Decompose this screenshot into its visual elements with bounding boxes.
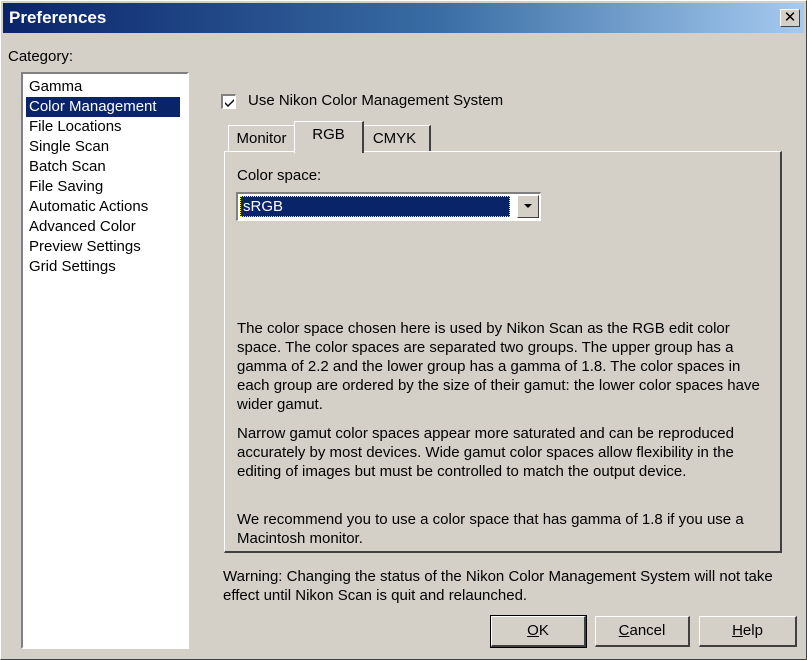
tab-rgb[interactable]: RGB (294, 121, 364, 153)
category-item[interactable]: Automatic Actions (26, 197, 180, 217)
category-item[interactable]: Color Management (26, 97, 180, 117)
category-list[interactable]: Gamma Color Management File Locations Singl… (21, 72, 189, 649)
tab-monitor[interactable]: Monitor (228, 125, 296, 151)
help-button[interactable]: Help (699, 616, 797, 647)
colorspace-description-1: The color space chosen here is used by N… (237, 320, 760, 413)
category-item[interactable]: Single Scan (26, 137, 180, 157)
title-bar[interactable]: Preferences ✕ (3, 3, 804, 33)
dialog-title: Preferences (9, 8, 107, 27)
category-item[interactable]: Grid Settings (26, 257, 180, 277)
dropdown-button[interactable] (517, 195, 539, 218)
close-icon: ✕ (783, 9, 797, 26)
colorspace-description-3: We recommend you to use a color space th… (237, 511, 744, 547)
colorspace-description-2: Narrow gamut color spaces appear more sa… (237, 425, 734, 480)
tab-cmyk[interactable]: CMYK (359, 125, 431, 151)
colorspace-value: sRGB (240, 196, 510, 217)
category-label: Category: (8, 48, 74, 65)
category-item[interactable]: File Saving (26, 177, 180, 197)
warning-text: Warning: Changing the status of the Niko… (223, 568, 773, 604)
category-item[interactable]: Preview Settings (26, 237, 180, 257)
colorspace-select[interactable]: sRGB (236, 192, 541, 221)
category-item[interactable]: Gamma (26, 77, 180, 97)
category-item[interactable]: Batch Scan (26, 157, 180, 177)
chevron-down-icon (524, 204, 532, 208)
checkmark-icon (225, 99, 234, 107)
close-button[interactable]: ✕ (780, 9, 800, 27)
category-item[interactable]: File Locations (26, 117, 180, 137)
ok-button[interactable]: OK (490, 615, 587, 648)
preferences-dialog: Preferences ✕ Category: Gamma Color Manag… (0, 0, 807, 660)
cancel-button[interactable]: Cancel (595, 616, 690, 647)
colorspace-label: Color space: (237, 167, 322, 184)
use-cms-checkbox[interactable] (221, 94, 236, 109)
use-cms-label[interactable]: Use Nikon Color Management System (248, 92, 503, 109)
category-item[interactable]: Advanced Color (26, 217, 180, 237)
